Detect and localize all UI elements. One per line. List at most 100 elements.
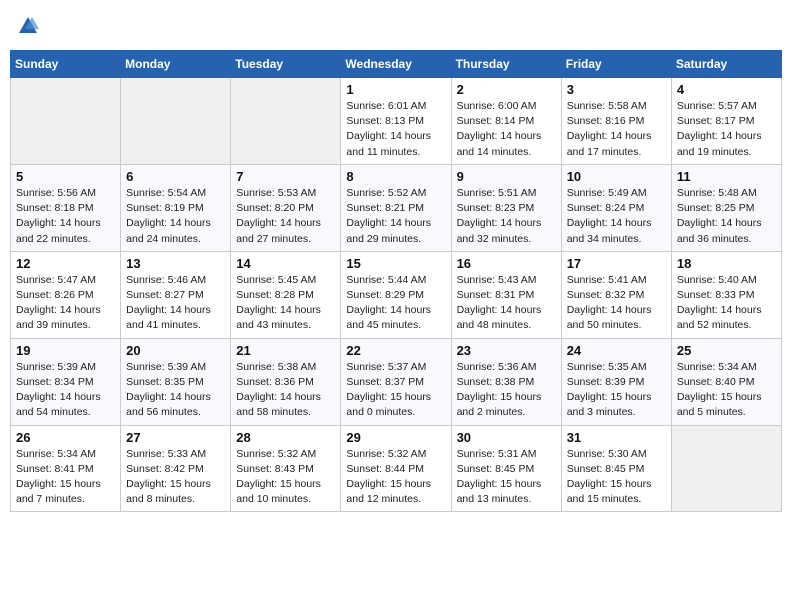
day-info: Sunrise: 5:57 AM Sunset: 8:17 PM Dayligh…	[677, 99, 776, 160]
day-info: Sunrise: 5:39 AM Sunset: 8:35 PM Dayligh…	[126, 360, 225, 421]
day-header-monday: Monday	[121, 51, 231, 78]
calendar-week-row: 26 Sunrise: 5:34 AM Sunset: 8:41 PM Dayli…	[11, 425, 782, 512]
day-number: 10	[567, 169, 666, 184]
day-info: Sunrise: 6:01 AM Sunset: 8:13 PM Dayligh…	[346, 99, 445, 160]
day-number: 21	[236, 343, 335, 358]
calendar-cell: 22Sunrise: 5:37 AM Sunset: 8:37 PM Dayli…	[341, 338, 451, 425]
day-number: 16	[457, 256, 556, 271]
calendar-cell: 2 Sunrise: 6:00 AM Sunset: 8:14 PM Daylig…	[451, 78, 561, 165]
day-number: 11	[677, 169, 776, 184]
day-info: Sunrise: 5:32 AM Sunset: 8:44 PM Dayligh…	[346, 447, 445, 508]
calendar-cell: 14 Sunrise: 5:45 AM Sunset: 8:28 PM Dayli…	[231, 251, 341, 338]
calendar-cell: 23 Sunrise: 5:36 AM Sunset: 8:38 PM Dayli…	[451, 338, 561, 425]
day-info: Sunrise: 5:45 AM Sunset: 8:28 PM Dayligh…	[236, 273, 335, 334]
day-number: 31	[567, 430, 666, 445]
day-number: 19	[16, 343, 115, 358]
calendar-cell: 20 Sunrise: 5:39 AM Sunset: 8:35 PM Dayli…	[121, 338, 231, 425]
calendar-table: SundayMondayTuesdayWednesdayThursdayFrid…	[10, 50, 782, 512]
day-header-friday: Friday	[561, 51, 671, 78]
day-header-tuesday: Tuesday	[231, 51, 341, 78]
day-info: Sunrise: 5:51 AM Sunset: 8:23 PM Dayligh…	[457, 186, 556, 247]
calendar-cell: 6Sunrise: 5:54 AM Sunset: 8:19 PM Daylig…	[121, 164, 231, 251]
calendar-cell: 18 Sunrise: 5:40 AM Sunset: 8:33 PM Dayli…	[671, 251, 781, 338]
calendar-cell: 1 Sunrise: 6:01 AM Sunset: 8:13 PM Daylig…	[341, 78, 451, 165]
day-number: 27	[126, 430, 225, 445]
day-info: Sunrise: 5:38 AM Sunset: 8:36 PM Dayligh…	[236, 360, 335, 421]
logo-icon	[17, 15, 39, 37]
day-info: Sunrise: 5:34 AM Sunset: 8:40 PM Dayligh…	[677, 360, 776, 421]
calendar-cell: 30Sunrise: 5:31 AM Sunset: 8:45 PM Dayli…	[451, 425, 561, 512]
day-info: Sunrise: 5:39 AM Sunset: 8:34 PM Dayligh…	[16, 360, 115, 421]
day-number: 28	[236, 430, 335, 445]
calendar-cell: 15Sunrise: 5:44 AM Sunset: 8:29 PM Dayli…	[341, 251, 451, 338]
day-header-thursday: Thursday	[451, 51, 561, 78]
day-number: 2	[457, 82, 556, 97]
day-info: Sunrise: 5:54 AM Sunset: 8:19 PM Dayligh…	[126, 186, 225, 247]
calendar-cell: 17 Sunrise: 5:41 AM Sunset: 8:32 PM Dayli…	[561, 251, 671, 338]
day-number: 1	[346, 82, 445, 97]
calendar-cell: 28 Sunrise: 5:32 AM Sunset: 8:43 PM Dayli…	[231, 425, 341, 512]
day-number: 20	[126, 343, 225, 358]
day-number: 13	[126, 256, 225, 271]
calendar-week-row: 1 Sunrise: 6:01 AM Sunset: 8:13 PM Daylig…	[11, 78, 782, 165]
day-number: 18	[677, 256, 776, 271]
calendar-cell: 12Sunrise: 5:47 AM Sunset: 8:26 PM Dayli…	[11, 251, 121, 338]
day-number: 15	[346, 256, 445, 271]
day-info: Sunrise: 5:48 AM Sunset: 8:25 PM Dayligh…	[677, 186, 776, 247]
day-number: 12	[16, 256, 115, 271]
calendar-cell: 13 Sunrise: 5:46 AM Sunset: 8:27 PM Dayli…	[121, 251, 231, 338]
day-info: Sunrise: 5:41 AM Sunset: 8:32 PM Dayligh…	[567, 273, 666, 334]
day-info: Sunrise: 5:32 AM Sunset: 8:43 PM Dayligh…	[236, 447, 335, 508]
day-number: 25	[677, 343, 776, 358]
day-info: Sunrise: 5:37 AM Sunset: 8:37 PM Dayligh…	[346, 360, 445, 421]
day-info: Sunrise: 5:34 AM Sunset: 8:41 PM Dayligh…	[16, 447, 115, 508]
day-number: 4	[677, 82, 776, 97]
calendar-cell	[671, 425, 781, 512]
calendar-cell: 24Sunrise: 5:35 AM Sunset: 8:39 PM Dayli…	[561, 338, 671, 425]
calendar-cell	[121, 78, 231, 165]
calendar-week-row: 5 Sunrise: 5:56 AM Sunset: 8:18 PM Daylig…	[11, 164, 782, 251]
day-number: 23	[457, 343, 556, 358]
calendar-cell: 3 Sunrise: 5:58 AM Sunset: 8:16 PM Daylig…	[561, 78, 671, 165]
day-info: Sunrise: 5:40 AM Sunset: 8:33 PM Dayligh…	[677, 273, 776, 334]
day-info: Sunrise: 5:30 AM Sunset: 8:45 PM Dayligh…	[567, 447, 666, 508]
day-number: 14	[236, 256, 335, 271]
calendar-cell: 8 Sunrise: 5:52 AM Sunset: 8:21 PM Daylig…	[341, 164, 451, 251]
day-info: Sunrise: 5:52 AM Sunset: 8:21 PM Dayligh…	[346, 186, 445, 247]
day-number: 30	[457, 430, 556, 445]
day-number: 8	[346, 169, 445, 184]
calendar-cell: 27 Sunrise: 5:33 AM Sunset: 8:42 PM Dayli…	[121, 425, 231, 512]
day-info: Sunrise: 5:35 AM Sunset: 8:39 PM Dayligh…	[567, 360, 666, 421]
day-info: Sunrise: 5:43 AM Sunset: 8:31 PM Dayligh…	[457, 273, 556, 334]
calendar-cell	[231, 78, 341, 165]
day-number: 29	[346, 430, 445, 445]
day-number: 7	[236, 169, 335, 184]
day-info: Sunrise: 6:00 AM Sunset: 8:14 PM Dayligh…	[457, 99, 556, 160]
day-info: Sunrise: 5:56 AM Sunset: 8:18 PM Dayligh…	[16, 186, 115, 247]
day-info: Sunrise: 5:36 AM Sunset: 8:38 PM Dayligh…	[457, 360, 556, 421]
calendar-cell: 11 Sunrise: 5:48 AM Sunset: 8:25 PM Dayli…	[671, 164, 781, 251]
day-info: Sunrise: 5:49 AM Sunset: 8:24 PM Dayligh…	[567, 186, 666, 247]
calendar-cell: 10 Sunrise: 5:49 AM Sunset: 8:24 PM Dayli…	[561, 164, 671, 251]
day-info: Sunrise: 5:58 AM Sunset: 8:16 PM Dayligh…	[567, 99, 666, 160]
calendar-header-row: SundayMondayTuesdayWednesdayThursdayFrid…	[11, 51, 782, 78]
day-number: 26	[16, 430, 115, 445]
calendar-week-row: 12Sunrise: 5:47 AM Sunset: 8:26 PM Dayli…	[11, 251, 782, 338]
day-header-sunday: Sunday	[11, 51, 121, 78]
calendar-cell	[11, 78, 121, 165]
calendar-cell: 19 Sunrise: 5:39 AM Sunset: 8:34 PM Dayli…	[11, 338, 121, 425]
calendar-cell: 9Sunrise: 5:51 AM Sunset: 8:23 PM Daylig…	[451, 164, 561, 251]
calendar-cell: 4 Sunrise: 5:57 AM Sunset: 8:17 PM Daylig…	[671, 78, 781, 165]
day-number: 3	[567, 82, 666, 97]
calendar-cell: 21 Sunrise: 5:38 AM Sunset: 8:36 PM Dayli…	[231, 338, 341, 425]
calendar-cell: 29 Sunrise: 5:32 AM Sunset: 8:44 PM Dayli…	[341, 425, 451, 512]
day-number: 5	[16, 169, 115, 184]
calendar-cell: 16 Sunrise: 5:43 AM Sunset: 8:31 PM Dayli…	[451, 251, 561, 338]
calendar-cell: 5 Sunrise: 5:56 AM Sunset: 8:18 PM Daylig…	[11, 164, 121, 251]
calendar-cell: 7Sunrise: 5:53 AM Sunset: 8:20 PM Daylig…	[231, 164, 341, 251]
day-info: Sunrise: 5:33 AM Sunset: 8:42 PM Dayligh…	[126, 447, 225, 508]
day-info: Sunrise: 5:46 AM Sunset: 8:27 PM Dayligh…	[126, 273, 225, 334]
day-header-wednesday: Wednesday	[341, 51, 451, 78]
header	[10, 10, 782, 42]
day-number: 17	[567, 256, 666, 271]
